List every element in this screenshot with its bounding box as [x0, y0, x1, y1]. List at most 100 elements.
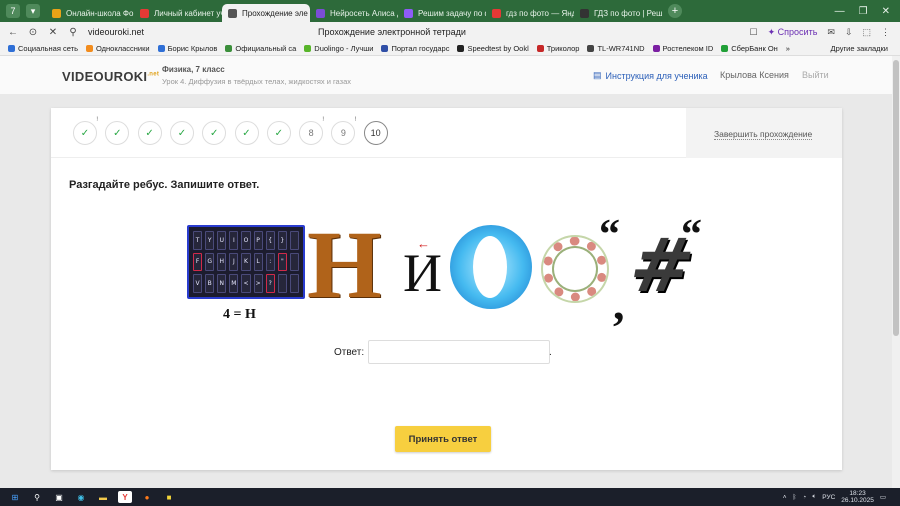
ask-button[interactable]: ✦ Спросить	[768, 27, 818, 38]
url-field[interactable]: videouroki.net	[88, 27, 144, 37]
bookmark-favicon-icon	[8, 45, 15, 52]
tabs-menu-icon[interactable]: ▾	[26, 4, 40, 18]
checkmark-icon: ✓	[242, 127, 251, 139]
task-prompt: Разгадайте ребус. Запишите ответ.	[69, 179, 260, 191]
back-icon[interactable]: ←	[6, 27, 20, 38]
page-scrollbar[interactable]	[892, 56, 900, 488]
volume-icon[interactable]: 🔈︎	[812, 493, 816, 501]
step-10[interactable]: 10	[363, 121, 388, 145]
yandex-browser-icon[interactable]: Y	[118, 491, 132, 503]
edge-icon[interactable]: ◉	[74, 491, 88, 503]
window-controls: — ❐ ✕	[835, 6, 890, 17]
step-1[interactable]: ✓!	[73, 117, 98, 145]
bookmark-label: СберБанк Он	[731, 44, 778, 53]
tray-arrow-icon[interactable]: ˄	[783, 494, 787, 501]
browser-tab[interactable]: Прохождение эле✕	[222, 4, 310, 22]
keyboard-key: ?	[265, 274, 275, 293]
site-logo[interactable]: VIDEOUROKI.net	[62, 69, 159, 84]
bookmark-item[interactable]: Официальный са	[225, 44, 296, 53]
keyboard-key: }	[277, 231, 287, 250]
bookmark-label: Портал государс	[391, 44, 450, 53]
extensions-icon[interactable]: ⬚	[862, 27, 871, 38]
bookmark-item[interactable]: Speedtest by Ookl	[457, 44, 529, 53]
step-6[interactable]: ✓	[234, 121, 259, 145]
minimize-icon[interactable]: —	[835, 6, 845, 17]
keyboard-key	[289, 231, 299, 250]
bookmark-item[interactable]: СберБанк Он	[721, 44, 778, 53]
step-3[interactable]: ✓	[137, 121, 162, 145]
search-icon[interactable]: ⚲	[30, 491, 44, 503]
logout-link[interactable]: Выйти	[802, 70, 829, 80]
downloads-icon[interactable]: ⇩	[845, 27, 853, 38]
answer-input[interactable]	[368, 340, 550, 364]
step-2[interactable]: ✓	[105, 121, 130, 145]
keyboard-key: B	[205, 274, 215, 293]
rebus-letter-i: И	[403, 243, 442, 303]
browser-tab[interactable]: Нейросеть Алиса д✕	[310, 4, 398, 22]
step-5[interactable]: ✓	[202, 121, 227, 145]
keyboard-key: F	[193, 252, 203, 272]
bookmark-item[interactable]: Триколор	[536, 44, 580, 53]
bookmarks-more-button[interactable]: »	[786, 44, 790, 53]
browser-tab[interactable]: гдз по фото — Янд✕	[486, 4, 574, 22]
bookmark-favicon-icon	[587, 45, 595, 52]
step-9[interactable]: 9!	[331, 117, 356, 145]
submit-answer-button[interactable]: Принять ответ	[395, 426, 491, 452]
bookmark-item[interactable]: Одноклассники	[86, 44, 150, 53]
scrollbar-thumb[interactable]	[893, 60, 899, 336]
tab-strip: Онлайн-школа Фок✕Личный кабинет уч✕Прохо…	[46, 0, 662, 22]
browser-tab[interactable]: Решим задачу по ф✕	[398, 4, 486, 22]
instructions-link[interactable]: ▤ Инструкция для ученика	[593, 70, 708, 81]
bookmark-label: Борис Крылов	[167, 44, 218, 53]
notifications-icon[interactable]: ▭	[880, 493, 886, 501]
keyboard-key: G	[205, 252, 215, 272]
browser-tab[interactable]: ГДЗ по фото | Реше✕	[574, 4, 662, 22]
mail-icon[interactable]: ✉	[827, 27, 835, 38]
browser-tab[interactable]: Личный кабинет уч✕	[134, 4, 222, 22]
step-4[interactable]: ✓	[169, 121, 194, 145]
bookmark-item[interactable]: Социальная сеть	[8, 44, 78, 53]
bookmark-star-icon[interactable]: ☐	[750, 27, 758, 38]
menu-icon[interactable]: ⋮	[881, 27, 890, 38]
user-name[interactable]: Крылова Ксения	[720, 70, 789, 80]
bookmark-favicon-icon	[652, 45, 660, 52]
tab-favicon-icon	[316, 8, 325, 18]
step-number: 9	[340, 128, 346, 138]
bookmark-item[interactable]: Портал государс	[381, 44, 449, 53]
bookmark-item[interactable]: Duolingo - Лучши	[304, 44, 373, 53]
bookmarks-bar: Социальная сеть Одноклассники Борис Крылов…	[0, 42, 900, 56]
network-icon[interactable]: ◔	[802, 494, 806, 501]
bookmark-label: TL-WR741ND	[597, 44, 645, 53]
keyboard-key: >	[253, 274, 263, 293]
finish-link[interactable]: Завершить прохождение	[714, 129, 813, 140]
bluetooth-icon[interactable]: ᛒ	[793, 494, 797, 501]
browser-tab[interactable]: Онлайн-школа Фок✕	[46, 4, 134, 22]
task-view-icon[interactable]: ▣	[52, 491, 66, 503]
clock[interactable]: 18:23 26.10.2025	[841, 490, 874, 504]
file-explorer-icon[interactable]: ▬	[96, 491, 110, 503]
sticky-notes-icon[interactable]: ■	[162, 491, 176, 503]
tab-label: Прохождение эле	[242, 8, 308, 18]
close-window-icon[interactable]: ✕	[882, 6, 890, 17]
firefox-icon[interactable]: ●	[140, 491, 154, 503]
keyboard-key: N	[217, 274, 227, 293]
bookmark-item[interactable]: TL-WR741ND	[587, 44, 645, 53]
other-bookmarks-button[interactable]: Другие закладки	[831, 44, 888, 53]
step-7[interactable]: ✓	[266, 121, 291, 145]
keyboard-key: Y	[205, 231, 215, 250]
keyboard-key: H	[217, 252, 227, 272]
bookmark-item[interactable]: Борис Крылов	[157, 44, 218, 53]
new-tab-icon[interactable]: +	[668, 4, 682, 18]
maximize-icon[interactable]: ❐	[859, 6, 868, 17]
stop-loading-icon[interactable]: ✕	[46, 27, 60, 38]
os-taskbar: ⊞ ⚲ ▣ ◉ ▬ Y ● ■ ˄ ᛒ ◔ 🔈︎ РУС 18:23 26.10.…	[0, 488, 900, 506]
keyboard-key: "	[277, 252, 287, 272]
site-info-icon[interactable]: ⊙	[26, 27, 40, 38]
windows-start-icon[interactable]: ⊞	[8, 491, 22, 503]
step-8[interactable]: 8!	[299, 117, 324, 145]
bookmark-label: Триколор	[546, 44, 580, 53]
tab-counter-button[interactable]: 7	[6, 4, 20, 18]
bookmark-item[interactable]: Ростелеком ID	[652, 44, 713, 53]
system-tray: ˄ ᛒ ◔ 🔈︎ РУС 18:23 26.10.2025 ▭	[783, 490, 886, 504]
language-indicator[interactable]: РУС	[822, 494, 835, 501]
